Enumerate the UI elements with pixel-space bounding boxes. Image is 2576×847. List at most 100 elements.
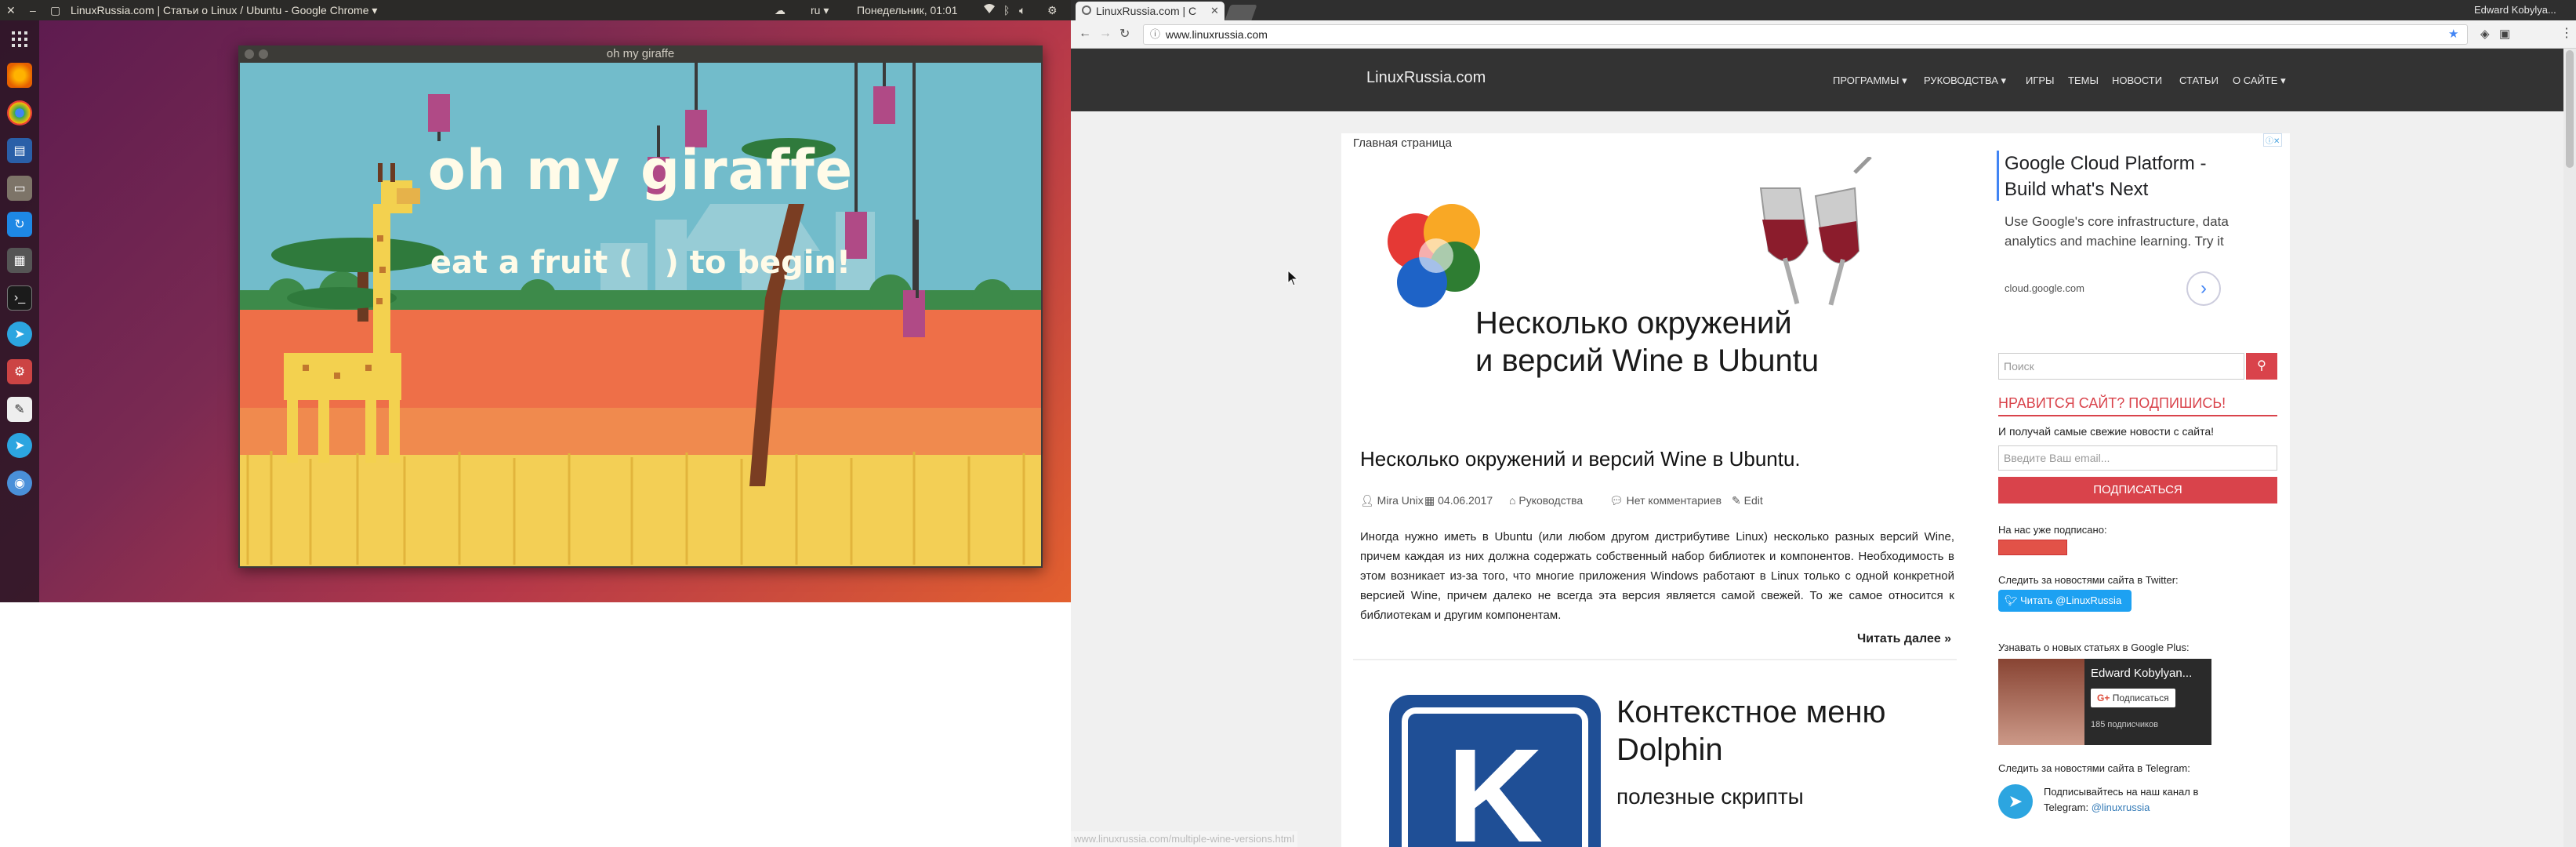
telegram-channel-link[interactable]: @linuxrussia [2092, 802, 2150, 813]
telegram-desktop-icon[interactable]: ➤ [7, 433, 32, 458]
keyboard-layout-indicator[interactable]: ru ▾ [811, 0, 829, 20]
clock[interactable]: Понедельник, 01:01 [857, 0, 958, 20]
nav-about[interactable]: О САЙТЕ ▾ [2233, 75, 2286, 87]
featured-image-title: Несколько окружений и версий Wine в Ubun… [1475, 304, 1819, 380]
ad-choices-icon[interactable]: ⓘ✕ [2263, 133, 2283, 147]
gplus-card[interactable]: Edward Kobylyan... G+ Подписаться 185 по… [1998, 659, 2211, 745]
maximize-window-icon[interactable]: ▢ [50, 0, 60, 20]
bookmark-star-icon[interactable]: ★ [2448, 25, 2458, 44]
tab-linuxrussia[interactable]: LinuxRussia.com | С ✕ [1076, 2, 1225, 20]
post-category-text[interactable]: Руководства [1518, 494, 1583, 507]
post-title[interactable]: Несколько окружений и версий Wine в Ubun… [1360, 447, 1801, 471]
gplus-follow-button[interactable]: G+ Подписаться [2091, 689, 2175, 707]
breadcrumb[interactable]: Главная страница [1353, 136, 1452, 150]
mouse-cursor-icon [1287, 270, 1299, 286]
content-card: Главная страница Несколько окружений и в… [1341, 133, 2290, 847]
reload-icon[interactable]: ↻ [1119, 26, 1130, 42]
volume-icon[interactable]: 🔈︎ [1019, 0, 1025, 20]
email-field[interactable]: Введите Ваш email... [1998, 445, 2277, 471]
game-window-title: oh my giraffe [606, 47, 675, 60]
subscribe-text: И получай самые свежие новости с сайта! [1998, 425, 2215, 438]
nav-articles[interactable]: СТАТЬИ [2179, 75, 2219, 86]
twitter-icon: 🐦︎ [2005, 594, 2018, 606]
telegram-icon[interactable]: ➤ [7, 322, 32, 347]
second-post-line3: полезные скрипты [1616, 784, 1804, 809]
close-icon[interactable] [245, 49, 254, 59]
post-edit[interactable]: ✎ Edit [1732, 494, 1763, 507]
address-bar[interactable]: ⓘ www.linuxrussia.com ★ [1143, 24, 2468, 45]
post-author[interactable]: 👤︎ Mira Unix [1360, 494, 1424, 507]
app-grid-icon[interactable] [7, 27, 32, 52]
ad-arrow-icon[interactable]: › [2186, 271, 2221, 306]
minimize-icon[interactable] [259, 49, 268, 59]
game-window-titlebar[interactable]: oh my giraffe [238, 45, 1043, 63]
read-more-link[interactable]: Читать далее » [1857, 632, 1951, 646]
game-canvas[interactable]: oh my giraffe eat a fruit () to begin! [240, 63, 1041, 566]
power-icon[interactable]: ⚙ [1047, 0, 1058, 20]
ad-block[interactable]: ⓘ✕ Google Cloud Platform - Build what's … [1992, 133, 2283, 314]
nav-programs[interactable]: ПРОГРАММЫ ▾ [1833, 75, 1907, 87]
gplus-follow-text: Подписаться [2112, 693, 2169, 703]
telegram-icon[interactable]: ➤ [1998, 784, 2033, 819]
profile-name[interactable]: Edward Kobylya... [2474, 0, 2556, 20]
twitter-follow-button[interactable]: 🐦︎ Читать @LinuxRussia [1998, 590, 2132, 612]
new-tab-button[interactable] [1225, 5, 1257, 20]
gplus-followers: 185 подписчиков [2091, 720, 2158, 729]
extension-icon-2[interactable]: ▣ [2499, 27, 2510, 41]
text-editor-icon[interactable]: ✎ [7, 397, 32, 422]
tab-close-icon[interactable]: ✕ [1210, 2, 1219, 20]
back-icon[interactable]: ← [1079, 27, 1091, 41]
menu-icon[interactable]: ⋮ [2560, 25, 2573, 41]
info-icon[interactable]: ⓘ [1150, 25, 1160, 44]
ad-title[interactable]: Google Cloud Platform - Build what's Nex… [2005, 151, 2240, 202]
post-category[interactable]: ⌂ Руководства [1509, 494, 1583, 507]
settings-icon[interactable]: ⚙ [7, 359, 32, 384]
files-icon[interactable]: ▭ [7, 176, 32, 201]
wifi-icon[interactable] [983, 0, 996, 20]
search-button[interactable]: ⚲ [2246, 353, 2277, 380]
site-logo[interactable]: LinuxRussia.com [1366, 69, 1486, 87]
chrome-toolbar: ← → ↻ ⓘ www.linuxrussia.com ★ ◈ ▣ ⋮ [1071, 20, 2576, 49]
nav-games[interactable]: ИГРЫ [2026, 75, 2055, 86]
terminal-icon[interactable]: ›_ [7, 285, 32, 311]
post-author-name[interactable]: Mira Unix [1377, 494, 1424, 507]
top-panel: ✕ – ▢ LinuxRussia.com | Статьи о Linux /… [0, 0, 1071, 20]
system-monitor-icon[interactable]: ▦ [7, 248, 32, 273]
bluetooth-icon[interactable]: ᛒ [1003, 0, 1010, 20]
edit-icon: ✎ [1732, 494, 1741, 507]
focused-window-title[interactable]: LinuxRussia.com | Статьи о Linux / Ubunt… [71, 0, 377, 20]
indicator-icon[interactable]: ☁ [775, 0, 785, 20]
app-icon[interactable]: ◉ [7, 471, 32, 496]
extension-icon[interactable]: ◈ [2480, 27, 2490, 41]
nav-guides[interactable]: РУКОВОДСТВА ▾ [1924, 75, 2006, 87]
post-comments[interactable]: 💬︎ Нет комментариев [1609, 494, 1722, 507]
remote-desktop-icon[interactable]: ↻ [7, 212, 32, 237]
minimize-window-icon[interactable]: – [30, 0, 36, 20]
search-icon: ⚲ [2257, 359, 2266, 373]
telegram-label: Следить за новостями сайта в Telegram: [1998, 762, 2190, 774]
chrome-icon[interactable] [7, 100, 32, 125]
ad-body: Use Google's core infrastructure, data a… [2005, 214, 2229, 249]
scrollbar-thumb[interactable] [2566, 50, 2574, 168]
second-post-image[interactable]: K Контекстное меню Dolphin полезные скри… [1353, 682, 1957, 847]
comments-icon: 💬︎ [1609, 494, 1624, 507]
firefox-icon[interactable] [7, 63, 32, 88]
post-edit-text[interactable]: Edit [1744, 494, 1763, 507]
search-input[interactable]: Поиск [1998, 353, 2244, 380]
feedburner-badge[interactable] [1998, 540, 2067, 555]
forward-icon[interactable]: → [1099, 27, 1112, 41]
subscribe-button[interactable]: ПОДПИСАТЬСЯ [1998, 477, 2277, 503]
nav-themes[interactable]: ТЕМЫ [2068, 75, 2099, 86]
nav-news[interactable]: НОВОСТИ [2112, 75, 2162, 86]
featured-image[interactable]: Несколько окружений и версий Wine в Ubun… [1353, 155, 1949, 408]
close-window-icon[interactable]: ✕ [6, 0, 16, 20]
document-viewer-icon[interactable]: ▤ [7, 138, 32, 163]
subscribed-label: На нас уже подписано: [1998, 524, 2107, 536]
post-comments-text[interactable]: Нет комментариев [1627, 494, 1722, 507]
gplus-name: Edward Kobylyan... [2091, 667, 2193, 680]
ad-domain[interactable]: cloud.google.com [2005, 282, 2084, 294]
chrome-window: LinuxRussia.com | С ✕ Edward Kobylya... … [1071, 0, 2576, 847]
empty-screen-area [0, 602, 1071, 847]
game-title-text: oh my giraffe [427, 138, 854, 202]
page-scrollbar[interactable] [2563, 49, 2576, 847]
